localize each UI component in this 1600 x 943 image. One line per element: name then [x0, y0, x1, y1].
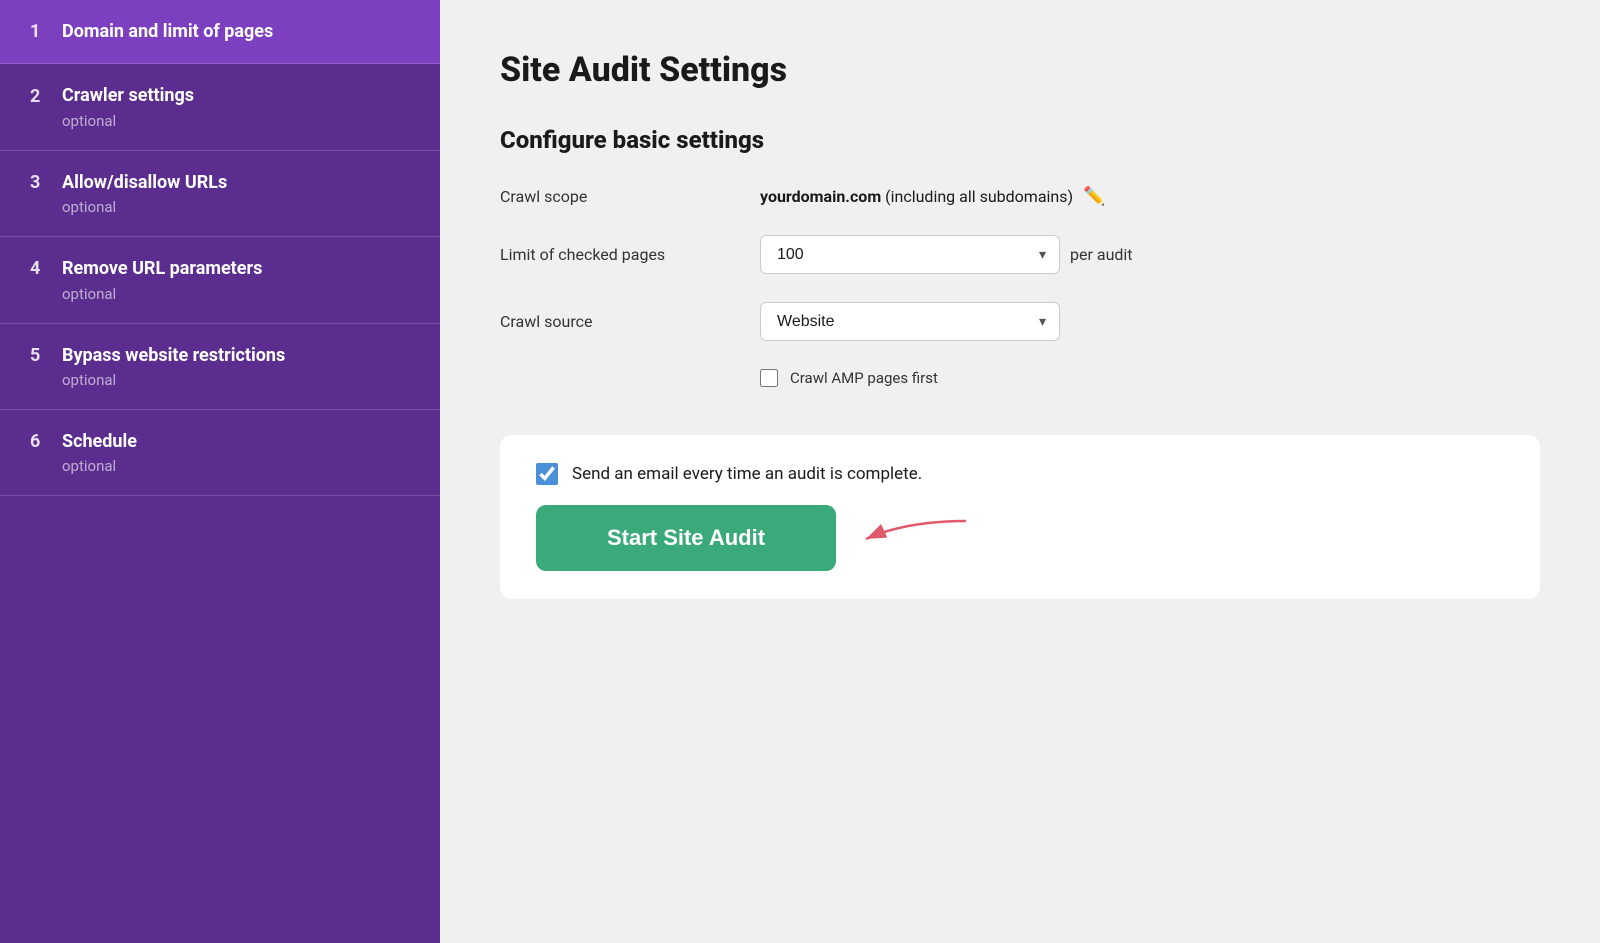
modal-main-content: Site Audit Settings Configure basic sett… [440, 0, 1600, 943]
limit-pages-select[interactable]: 100 250 500 1000 5000 [760, 235, 1060, 274]
sidebar-item-4[interactable]: 4 Remove URL parameters optional [0, 237, 440, 323]
crawl-source-value: Website Sitemap Google Analytics ▾ [760, 302, 1540, 341]
step-4-subtitle: optional [30, 285, 410, 303]
modal-title: Site Audit Settings [500, 50, 1540, 90]
crawl-scope-domain: yourdomain.com (including all subdomains… [760, 187, 1073, 206]
edit-domain-icon[interactable]: ✏️ [1083, 186, 1105, 207]
action-panel: Send an email every time an audit is com… [500, 435, 1540, 599]
sidebar-item-1[interactable]: 1 Domain and limit of pages [0, 0, 440, 64]
step-2-subtitle: optional [30, 112, 410, 130]
sidebar-item-5[interactable]: 5 Bypass website restrictions optional [0, 324, 440, 410]
limit-dropdown-wrapper: 100 250 500 1000 5000 ▾ [760, 235, 1060, 274]
crawl-source-row: Crawl source Website Sitemap Google Anal… [500, 302, 1540, 341]
step-2-number: 2 [30, 86, 50, 107]
crawl-source-dropdown-wrapper: Website Sitemap Google Analytics ▾ [760, 302, 1060, 341]
step-3-title: Allow/disallow URLs [62, 171, 227, 194]
modal: 1 Domain and limit of pages 2 Crawler se… [0, 0, 1600, 943]
limit-pages-row: Limit of checked pages 100 250 500 1000 … [500, 235, 1540, 274]
per-audit-label: per audit [1070, 245, 1133, 264]
step-3-number: 3 [30, 172, 50, 193]
start-site-audit-button[interactable]: Start Site Audit [536, 505, 836, 571]
crawl-amp-checkbox[interactable] [760, 369, 778, 387]
modal-sidebar: 1 Domain and limit of pages 2 Crawler se… [0, 0, 440, 943]
crawl-source-label: Crawl source [500, 312, 740, 331]
step-2-title: Crawler settings [62, 84, 194, 107]
step-1-title: Domain and limit of pages [62, 20, 273, 43]
email-notification-checkbox[interactable] [536, 463, 558, 485]
step-5-title: Bypass website restrictions [62, 344, 285, 367]
crawl-scope-label: Crawl scope [500, 187, 740, 206]
sidebar-item-3[interactable]: 3 Allow/disallow URLs optional [0, 151, 440, 237]
step-5-number: 5 [30, 345, 50, 366]
crawl-scope-row: Crawl scope yourdomain.com (including al… [500, 186, 1540, 207]
crawl-source-select[interactable]: Website Sitemap Google Analytics [760, 302, 1060, 341]
sidebar-item-6[interactable]: 6 Schedule optional [0, 410, 440, 496]
crawl-amp-row: Crawl AMP pages first [760, 369, 1540, 387]
step-1-number: 1 [30, 21, 50, 42]
step-5-subtitle: optional [30, 371, 410, 389]
arrow-annotation-icon [846, 511, 976, 566]
email-notification-row: Send an email every time an audit is com… [536, 463, 1504, 485]
limit-pages-value: 100 250 500 1000 5000 ▾ per audit [760, 235, 1540, 274]
step-4-title: Remove URL parameters [62, 257, 262, 280]
email-notification-label: Send an email every time an audit is com… [572, 464, 922, 484]
step-6-number: 6 [30, 431, 50, 452]
crawl-scope-value: yourdomain.com (including all subdomains… [760, 186, 1540, 207]
crawl-amp-label: Crawl AMP pages first [790, 369, 938, 387]
step-3-subtitle: optional [30, 198, 410, 216]
step-6-title: Schedule [62, 430, 137, 453]
start-button-container: Start Site Audit [536, 505, 1504, 571]
step-4-number: 4 [30, 258, 50, 279]
step-6-subtitle: optional [30, 457, 410, 475]
section-title: Configure basic settings [500, 126, 1540, 154]
limit-pages-label: Limit of checked pages [500, 245, 740, 264]
sidebar-item-2[interactable]: 2 Crawler settings optional [0, 64, 440, 150]
